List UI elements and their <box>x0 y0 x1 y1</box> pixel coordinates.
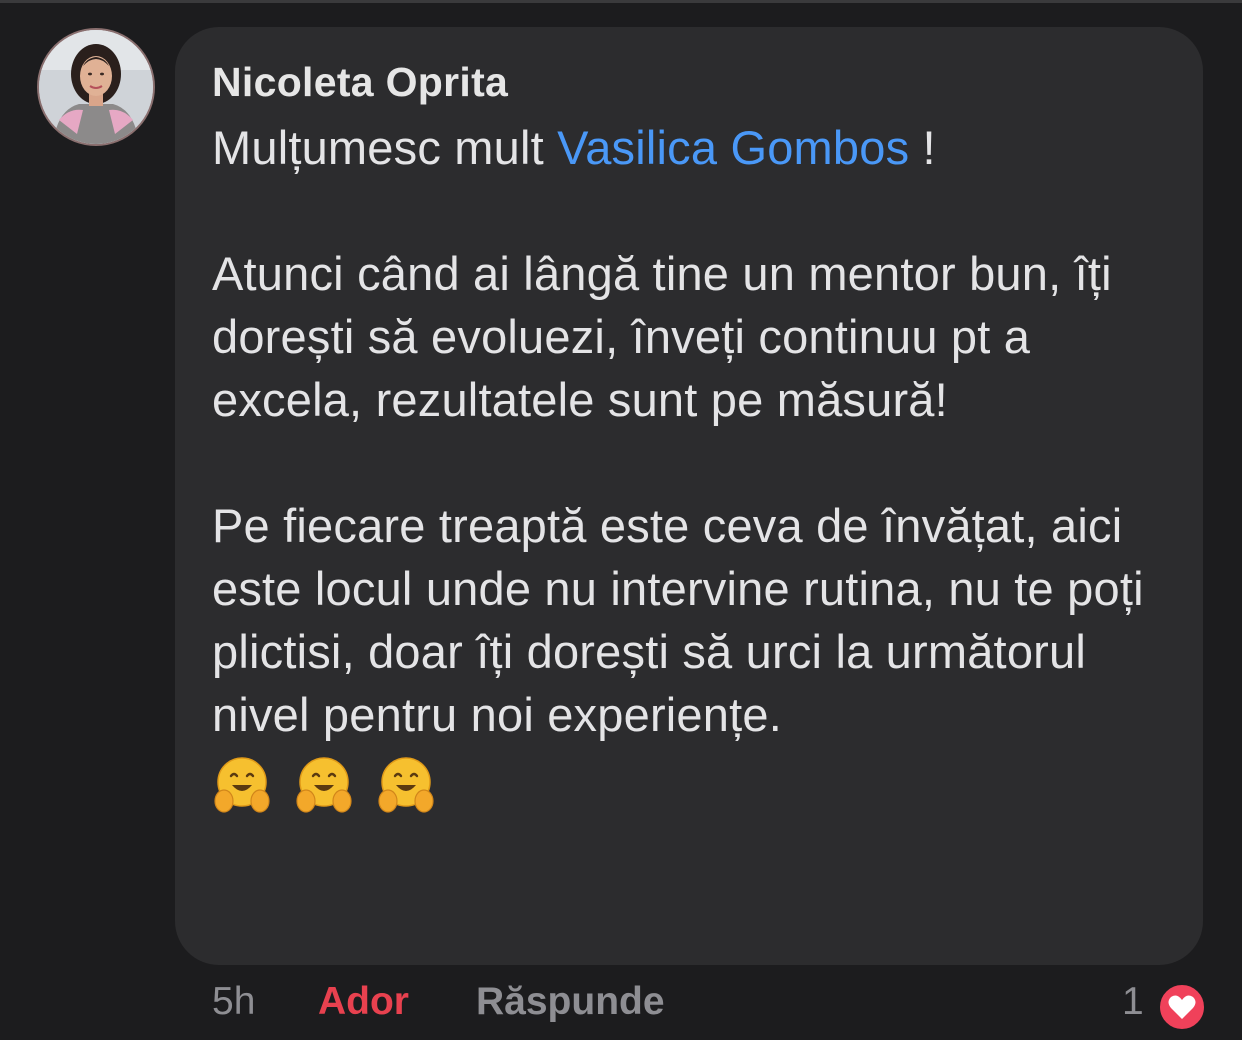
emoji-row <box>212 755 1167 819</box>
message-prefix: Mulțumesc mult <box>212 121 558 174</box>
message-suffix: ! <box>909 121 936 174</box>
message-paragraph-2: Pe fiecare treaptă este ceva de învățat,… <box>212 499 1144 741</box>
hugging-face-icon <box>376 755 436 815</box>
comment-timestamp: 5h <box>212 980 256 1023</box>
avatar[interactable] <box>37 28 155 146</box>
comment-author[interactable]: Nicoleta Oprita <box>212 57 1167 107</box>
comment-actions: 5h Ador Răspunde 1 <box>0 980 1242 1031</box>
mention-link[interactable]: Vasilica Gombos <box>557 121 909 174</box>
top-divider <box>0 0 1242 3</box>
reaction-count[interactable]: 1 <box>1122 982 1144 1022</box>
avatar-photo <box>39 30 153 144</box>
like-button[interactable]: Ador <box>318 982 409 1022</box>
comment-message: Mulțumesc mult Vasilica Gombos ! Atunci … <box>212 116 1167 819</box>
comment-bubble: Nicoleta Oprita Mulțumesc mult Vasilica … <box>175 27 1203 965</box>
hugging-face-icon <box>212 755 272 815</box>
reply-button[interactable]: Răspunde <box>476 982 665 1022</box>
heart-icon[interactable] <box>1157 982 1207 1032</box>
message-first-line: Mulțumesc mult Vasilica Gombos ! <box>212 116 1167 179</box>
hugging-face-icon <box>294 755 354 815</box>
message-paragraph-1: Atunci când ai lângă tine un mentor bun,… <box>212 247 1112 426</box>
